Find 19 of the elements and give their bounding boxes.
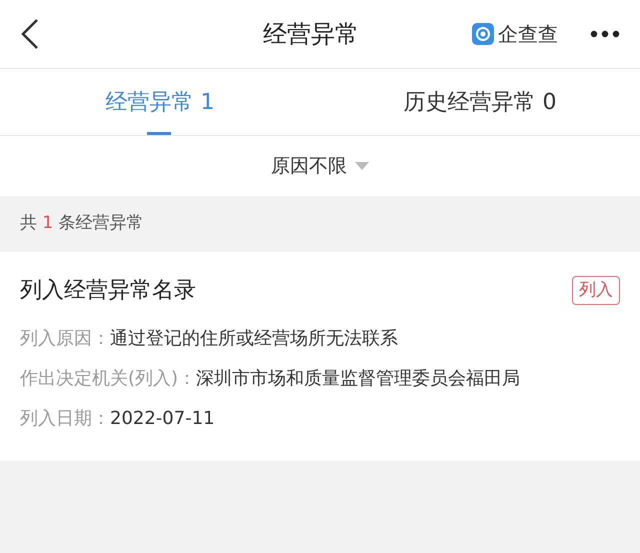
status-tag: 列入: [572, 276, 620, 306]
tab[interactable]: 经营异常 1: [0, 69, 320, 135]
page-title: 经营异常: [263, 19, 359, 50]
field-label: 列入原因：: [20, 327, 110, 351]
field-label: 列入日期：: [20, 407, 110, 431]
back-icon[interactable]: [20, 18, 40, 50]
brand-name: 企查查: [498, 21, 558, 48]
field-value: 通过登记的住所或经营场所无法联系: [110, 327, 398, 351]
field-label: 作出决定机关(列入)：: [20, 367, 196, 391]
record-title: 列入经营异常名录: [20, 277, 196, 305]
field-value: 2022-07-11: [110, 407, 215, 431]
caret-icon: [355, 162, 369, 170]
tab[interactable]: 历史经营异常 0: [320, 69, 640, 135]
filter-dropdown[interactable]: 原因不限: [0, 136, 640, 196]
tab-indicator: [147, 132, 172, 135]
field-value: 深圳市市场和质量监督管理委员会福田局: [196, 367, 520, 391]
summary-text: 共 1 条经营异常: [20, 212, 144, 236]
logo-icon: [472, 23, 494, 45]
more-icon[interactable]: [590, 30, 620, 38]
